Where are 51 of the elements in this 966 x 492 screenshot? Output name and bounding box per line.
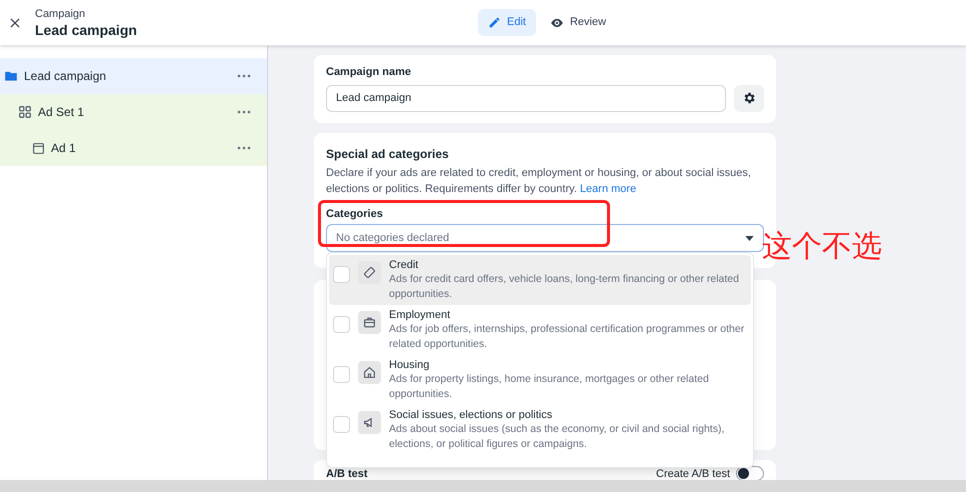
checkbox[interactable]	[333, 316, 350, 333]
section-title: A/B test	[326, 467, 369, 482]
field-label: Campaign name	[326, 65, 412, 80]
category-option[interactable]: Employment Ads for job offers, internships, professional certification programmes or other related opportunities.	[329, 305, 751, 355]
tree-item[interactable]: Ad Set 1	[0, 94, 267, 130]
option-description: Ads for property listings, home insurance, mortgages or other related opportunities.	[389, 372, 710, 402]
tree-item[interactable]: Ad 1	[0, 130, 267, 166]
more-icon[interactable]	[237, 74, 251, 78]
input-field[interactable]: Lead campaign	[326, 84, 726, 112]
category-option[interactable]: Credit Ads for credit card offers, vehicle loans, long-term financing or other related opportunities.	[329, 255, 751, 305]
gear-icon	[742, 91, 756, 105]
header-title: Lead campaign	[35, 20, 137, 38]
card-icon	[363, 266, 376, 279]
toggle-label: Create A/B test	[656, 467, 730, 482]
field-label: Categories	[326, 206, 384, 222]
category-option[interactable]: Social issues, elections or politics Ads about social issues (such as the economy, or civil and social rights), elections, or political figures or campaigns.	[329, 405, 751, 455]
house-icon	[363, 366, 376, 379]
dropdown-placeholder: No categories declared	[336, 230, 450, 246]
categories-dropdown[interactable]: No categories declared	[326, 224, 764, 252]
option-description: Ads about social issues (such as the economy, or civil and social rights), elections, or political figures or campaigns.	[389, 422, 726, 452]
option-description: Ads for credit card offers, vehicle loans, long-term financing or other related opportunities.	[389, 272, 740, 302]
tree-item-label: Lead campaign	[24, 68, 108, 85]
option-title: Employment	[389, 308, 452, 322]
more-icon[interactable]	[237, 146, 251, 150]
header-subtitle: Campaign	[35, 6, 86, 20]
tab[interactable]: Edit	[478, 9, 536, 36]
option-description: Ads for job offers, internships, professional certification programmes or other related opportunities.	[389, 322, 746, 352]
learn-more-link[interactable]: Learn more	[580, 182, 636, 194]
close-icon[interactable]	[8, 16, 22, 30]
option-title: Housing	[389, 358, 430, 372]
settings-button[interactable]	[734, 84, 764, 112]
tree-item-label: Ad Set 1	[38, 104, 86, 121]
tree-item-label: Ad 1	[51, 140, 77, 157]
section-description: Declare if your ads are related to credit, employment or housing, or about social issues, elections or politics. Requirements differ by country. Learn more	[326, 166, 752, 196]
checkbox[interactable]	[333, 416, 350, 433]
tree-item[interactable]: Lead campaign	[0, 58, 267, 94]
window-icon	[32, 142, 45, 154]
more-icon[interactable]	[237, 110, 251, 114]
folder-icon	[4, 69, 18, 83]
annotation-text: 这个不选	[762, 229, 882, 265]
section-title: Special ad categories	[326, 146, 450, 162]
briefcase-icon	[363, 316, 376, 329]
pencil-icon	[488, 16, 501, 29]
option-title: Credit	[389, 258, 420, 272]
checkbox[interactable]	[333, 266, 350, 283]
grid-icon	[18, 105, 32, 119]
tab[interactable]: Review	[540, 9, 616, 36]
category-option[interactable]: Housing Ads for property listings, home insurance, mortgages or other related opportunities.	[329, 355, 751, 405]
option-title: Social issues, elections or politics	[389, 408, 554, 422]
checkbox[interactable]	[333, 366, 350, 383]
caret-icon	[745, 236, 754, 240]
